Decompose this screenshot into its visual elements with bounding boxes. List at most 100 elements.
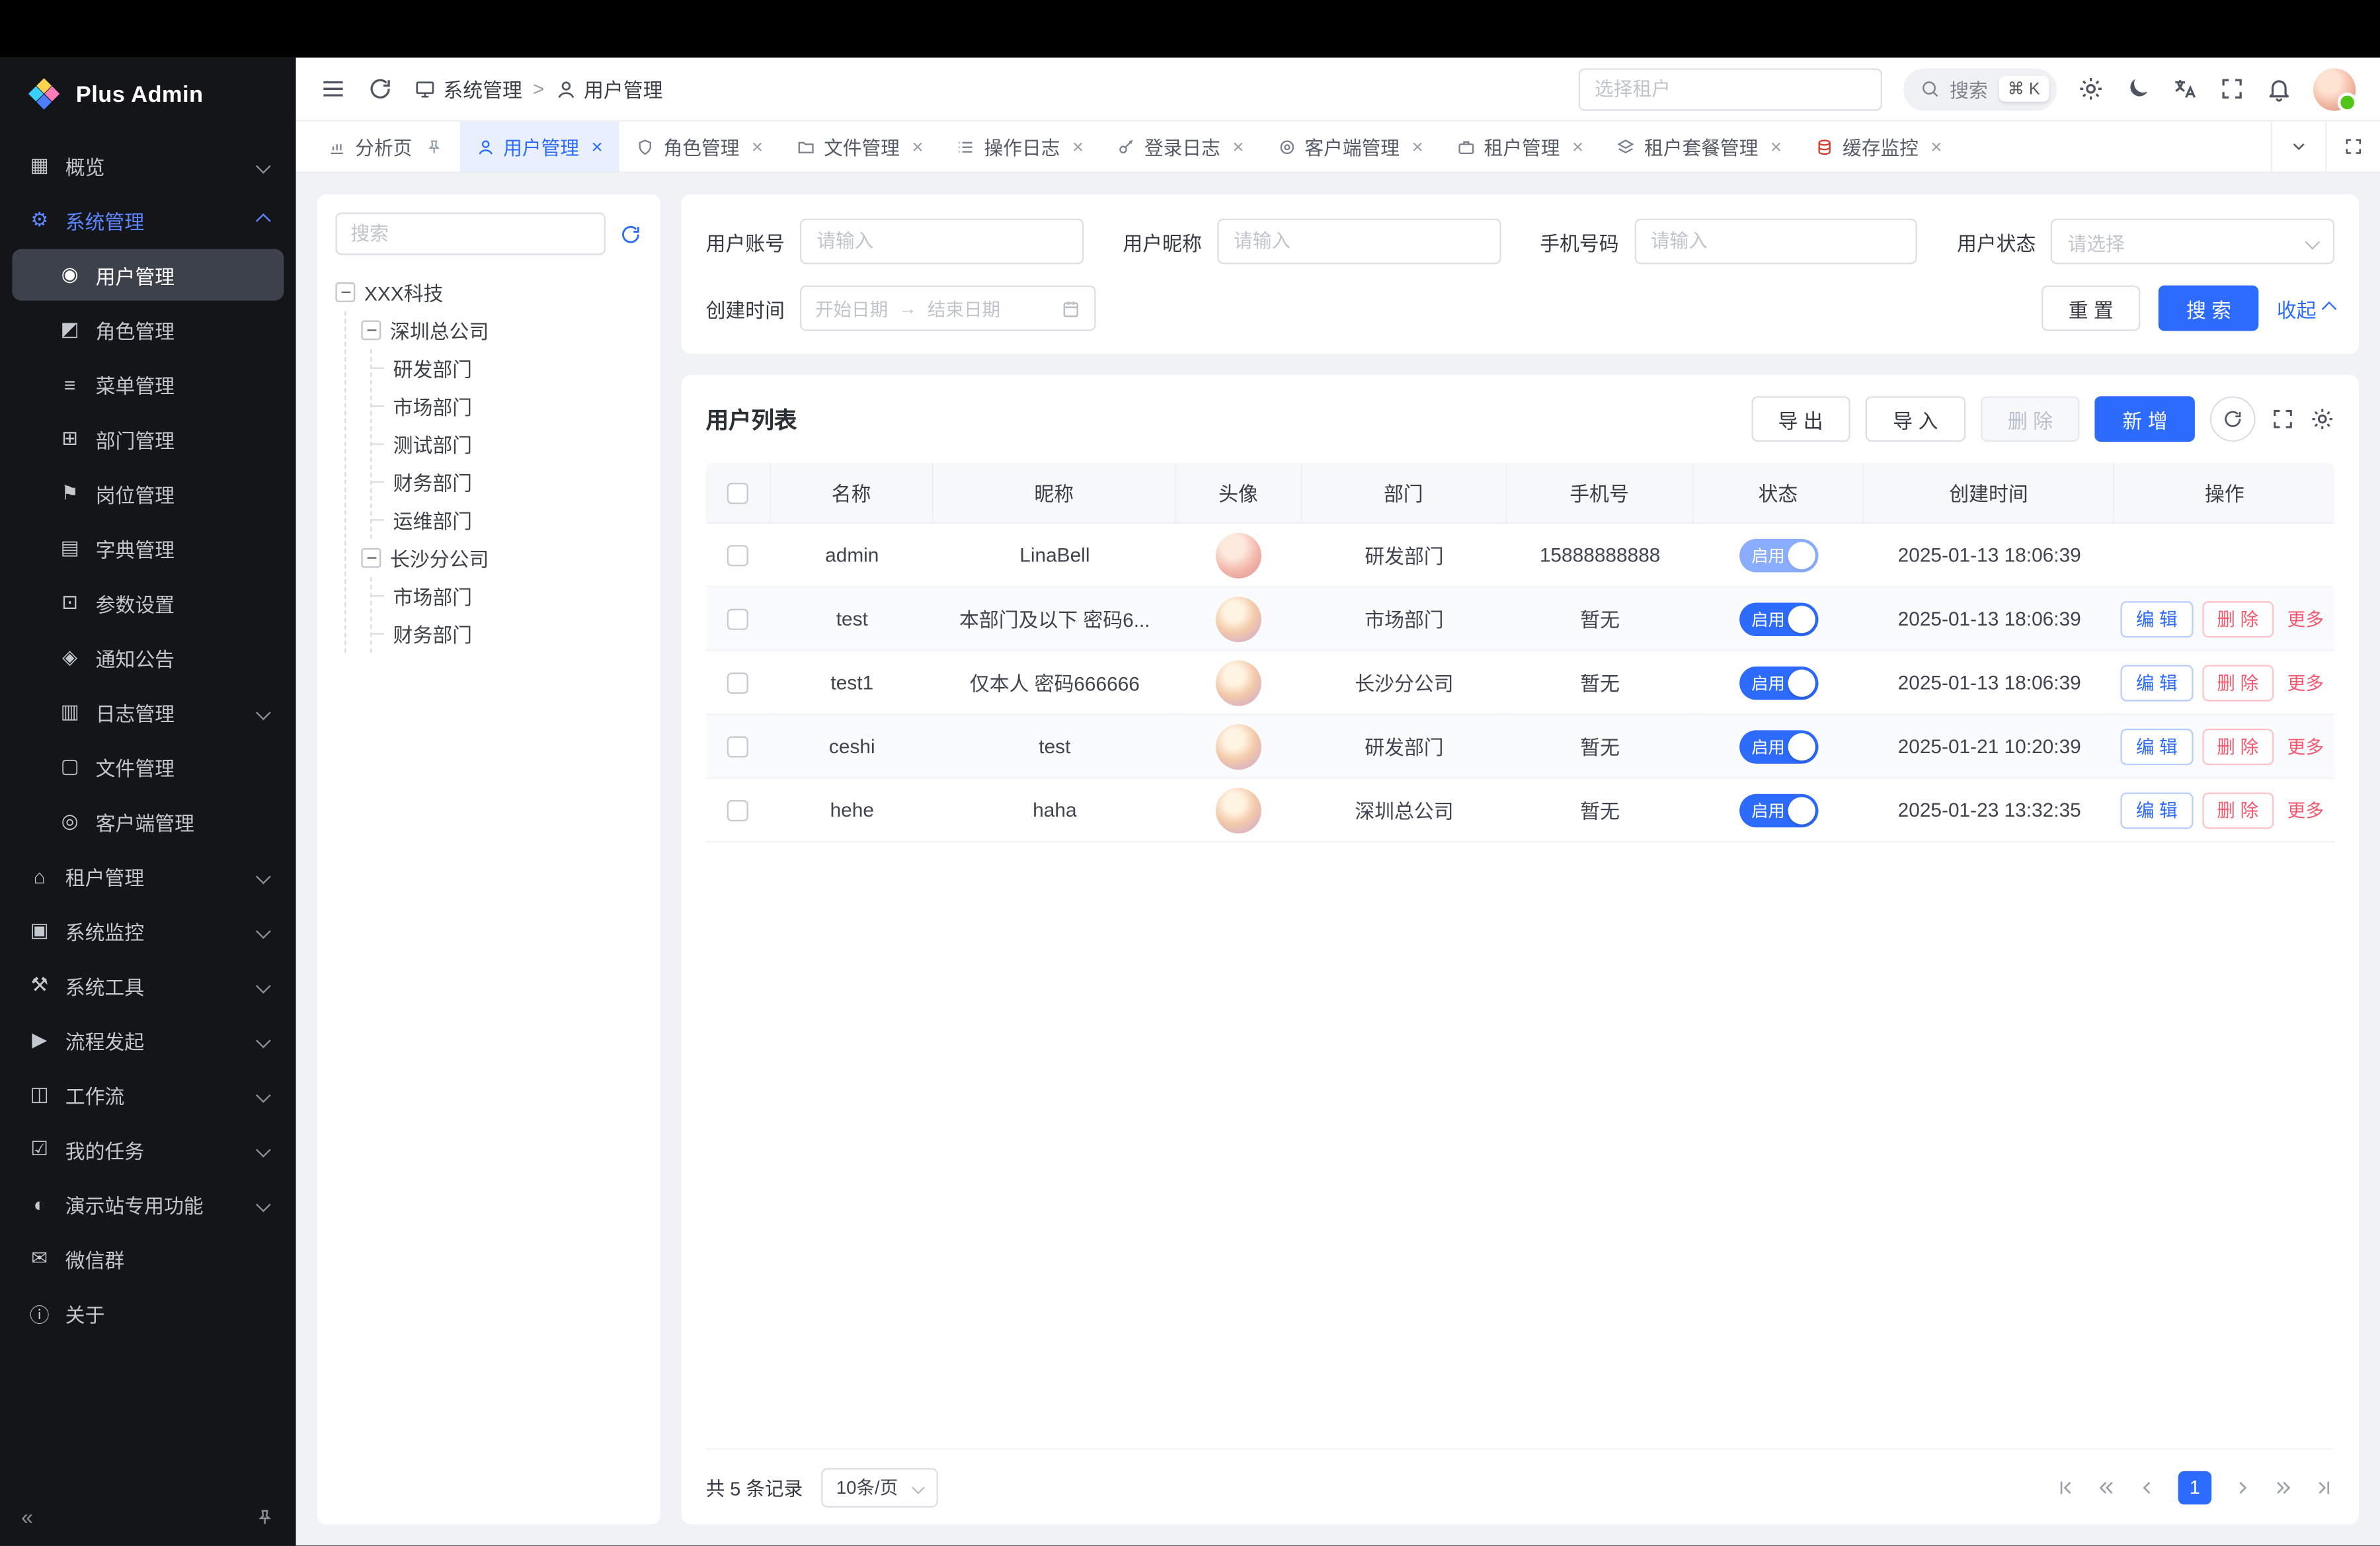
close-icon[interactable]: ×: [591, 135, 602, 157]
status-toggle[interactable]: 启用: [1739, 538, 1818, 572]
tab-list-dropdown-icon[interactable]: [2271, 122, 2326, 172]
sidebar-item-system-tools[interactable]: ⚒系统工具: [12, 959, 284, 1011]
search-button[interactable]: 搜 索: [2159, 286, 2259, 331]
more-button[interactable]: 更多: [2283, 792, 2328, 828]
first-page-icon[interactable]: [2055, 1477, 2077, 1498]
sidebar-item-client-management[interactable]: ◎客户端管理: [12, 795, 284, 847]
close-icon[interactable]: ×: [1572, 135, 1583, 157]
refresh-page-icon[interactable]: [368, 76, 393, 102]
close-icon[interactable]: ×: [1232, 135, 1244, 157]
hamburger-menu-icon[interactable]: [320, 76, 346, 102]
breadcrumb-user-management[interactable]: 用户管理: [555, 75, 662, 104]
row-checkbox[interactable]: [728, 673, 749, 694]
dark-mode-moon-icon[interactable]: [2125, 76, 2151, 102]
tab-operation-log[interactable]: 操作日志×: [940, 122, 1100, 172]
close-icon[interactable]: ×: [1072, 135, 1084, 157]
tab-analysis-page[interactable]: 分析页: [311, 122, 459, 172]
close-icon[interactable]: ×: [1770, 135, 1782, 157]
delete-button[interactable]: 删 除: [1981, 396, 2081, 442]
tree-node-dept[interactable]: 测试部门: [387, 425, 642, 463]
status-select[interactable]: 请选择: [2051, 219, 2334, 264]
row-delete-button[interactable]: 删 除: [2202, 600, 2274, 637]
tab-tenant-package-management[interactable]: 租户套餐管理×: [1601, 122, 1799, 172]
row-delete-button[interactable]: 删 除: [2202, 664, 2274, 700]
sidebar-item-notice[interactable]: ◈通知公告: [12, 631, 284, 683]
sidebar-item-workflow[interactable]: ◫工作流: [12, 1069, 284, 1120]
tab-role-management[interactable]: 角色管理×: [619, 122, 779, 172]
add-button[interactable]: 新 增: [2095, 396, 2195, 442]
table-refresh-icon[interactable]: [2210, 396, 2256, 442]
export-button[interactable]: 导 出: [1751, 396, 1850, 442]
row-checkbox[interactable]: [728, 546, 749, 567]
date-range-picker[interactable]: 开始日期 → 结束日期: [800, 286, 1096, 331]
sidebar-item-user-management[interactable]: ◉用户管理: [12, 249, 284, 301]
pin-icon[interactable]: [424, 138, 443, 156]
close-icon[interactable]: ×: [1930, 135, 1942, 157]
sidebar-item-dept-management[interactable]: ⊞部门管理: [12, 413, 284, 464]
last-page-icon[interactable]: [2313, 1477, 2334, 1498]
more-button[interactable]: 更多: [2283, 664, 2328, 700]
edit-button[interactable]: 编 辑: [2121, 792, 2193, 828]
current-page-button[interactable]: 1: [2178, 1471, 2212, 1504]
close-icon[interactable]: ×: [1411, 135, 1423, 157]
tree-refresh-icon[interactable]: [619, 222, 642, 245]
select-all-checkbox[interactable]: [727, 483, 748, 505]
page-size-select[interactable]: 10条/页: [821, 1468, 937, 1508]
tab-tenant-management[interactable]: 租户管理×: [1440, 122, 1600, 172]
settings-gear-icon[interactable]: [2078, 76, 2104, 102]
notifications-bell-icon[interactable]: [2266, 76, 2292, 102]
status-toggle[interactable]: 启用: [1739, 602, 1818, 635]
sidebar-item-log-management[interactable]: ▥日志管理: [12, 686, 284, 738]
collapse-node-icon[interactable]: [361, 320, 381, 340]
edit-button[interactable]: 编 辑: [2121, 600, 2193, 637]
tree-node-dept[interactable]: 研发部门: [387, 349, 642, 387]
sidebar-item-tenant-management[interactable]: ⌂租户管理: [12, 850, 284, 902]
sidebar-item-role-management[interactable]: ◩角色管理: [12, 304, 284, 355]
tree-node-branch[interactable]: 长沙分公司: [361, 539, 642, 577]
sidebar-item-overview[interactable]: ▦概览: [12, 140, 284, 191]
more-button[interactable]: 更多: [2283, 728, 2328, 764]
status-toggle[interactable]: 启用: [1739, 793, 1818, 827]
row-delete-button[interactable]: 删 除: [2202, 792, 2274, 828]
nickname-input[interactable]: [1217, 219, 1501, 264]
sidebar-item-about[interactable]: ⓘ关于: [12, 1287, 284, 1339]
collapse-sidebar-icon[interactable]: «: [21, 1505, 33, 1529]
jump-back-icon[interactable]: [2096, 1477, 2118, 1498]
status-toggle[interactable]: 启用: [1739, 729, 1818, 763]
user-avatar[interactable]: [2313, 67, 2356, 110]
sidebar-item-wechat-group[interactable]: ✉微信群: [12, 1233, 284, 1284]
table-settings-gear-icon[interactable]: [2310, 407, 2334, 431]
table-fullscreen-icon[interactable]: [2271, 407, 2295, 431]
phone-input[interactable]: [1634, 219, 1918, 264]
tree-node-dept[interactable]: 财务部门: [387, 615, 642, 653]
more-button[interactable]: 更多: [2283, 600, 2328, 637]
row-checkbox[interactable]: [728, 609, 749, 630]
sidebar-item-dict-management[interactable]: ▤字典管理: [12, 522, 284, 574]
tab-file-management[interactable]: 文件管理×: [779, 122, 939, 172]
tree-node-company[interactable]: XXX科技: [335, 273, 642, 311]
tree-node-dept[interactable]: 市场部门: [387, 577, 642, 614]
tab-user-management[interactable]: 用户管理×: [459, 122, 619, 172]
sidebar-item-process-start[interactable]: ▶流程发起: [12, 1014, 284, 1066]
content-fullscreen-icon[interactable]: [2325, 122, 2380, 172]
collapse-node-icon[interactable]: [335, 282, 355, 302]
collapse-filters-link[interactable]: 收起: [2277, 294, 2334, 323]
status-toggle[interactable]: 启用: [1739, 666, 1818, 700]
sidebar-item-system-monitor[interactable]: ▣系统监控: [12, 905, 284, 956]
jump-forward-icon[interactable]: [2272, 1477, 2293, 1498]
tree-node-dept[interactable]: 市场部门: [387, 387, 642, 425]
import-button[interactable]: 导 入: [1866, 396, 1965, 442]
edit-button[interactable]: 编 辑: [2121, 728, 2193, 764]
sidebar-item-my-tasks[interactable]: ☑我的任务: [12, 1123, 284, 1175]
tree-search-input[interactable]: [335, 212, 606, 255]
sidebar-item-param-settings[interactable]: ⊡参数设置: [12, 577, 284, 628]
account-input[interactable]: [800, 219, 1084, 264]
tab-cache-monitor[interactable]: 缓存监控×: [1798, 122, 1958, 172]
tree-node-dept[interactable]: 财务部门: [387, 463, 642, 501]
sidebar-item-system-management[interactable]: ⚙系统管理: [12, 194, 284, 246]
row-delete-button[interactable]: 删 除: [2202, 728, 2274, 764]
fullscreen-icon[interactable]: [2219, 76, 2245, 102]
sidebar-item-post-management[interactable]: ⚑岗位管理: [12, 468, 284, 519]
sidebar-item-menu-management[interactable]: ≡菜单管理: [12, 358, 284, 410]
sidebar-item-file-management[interactable]: ▢文件管理: [12, 741, 284, 792]
